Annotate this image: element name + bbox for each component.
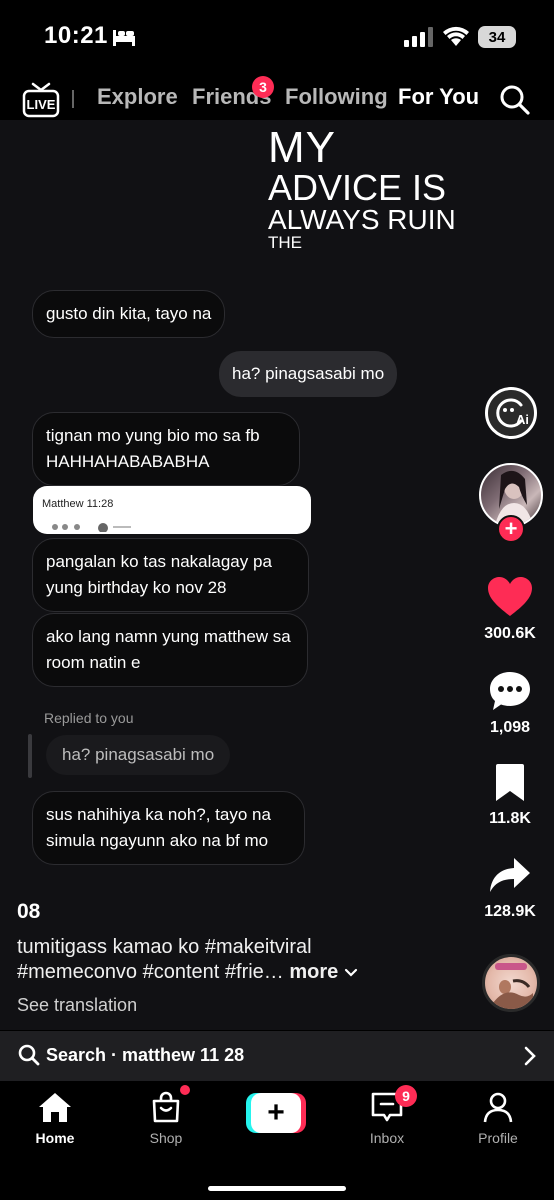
chat-message-received: gusto din kita, tayo na [32, 290, 226, 338]
nav-shop[interactable]: Shop [126, 1091, 206, 1146]
live-icon[interactable]: LIVE [22, 82, 60, 118]
nav-inbox-label: Inbox [369, 1130, 405, 1146]
nav-divider [72, 90, 74, 108]
share-button[interactable]: 128.9K [475, 856, 545, 921]
overlay-line-3: ALWAYS RUIN [268, 204, 456, 235]
comment-icon [490, 672, 530, 710]
caption-more-link[interactable]: more [289, 961, 338, 983]
bookmark-icon [496, 764, 524, 801]
bookmark-count: 11.8K [489, 810, 531, 827]
ai-label: Ai [516, 412, 528, 427]
inbox-badge: 9 [395, 1085, 417, 1107]
nav-shop-label: Shop [149, 1130, 183, 1146]
home-indicator[interactable] [208, 1186, 346, 1191]
video-text-overlay: MY ADVICE IS ALWAYS RUIN THE [268, 123, 456, 252]
search-icon[interactable] [499, 84, 531, 116]
follow-button[interactable]: + [497, 515, 525, 543]
like-count: 300.6K [484, 625, 536, 642]
reply-quote-bar [28, 734, 32, 778]
sound-disc[interactable] [482, 954, 540, 1012]
ai-button[interactable]: Ai [485, 387, 537, 439]
share-count: 128.9K [484, 903, 536, 920]
nav-profile-label: Profile [478, 1130, 518, 1146]
creator-name[interactable]: 08 [17, 900, 40, 924]
shopping-bag-icon [152, 1091, 180, 1123]
like-button[interactable]: 300.6K [475, 576, 545, 643]
live-label: LIVE [27, 97, 56, 112]
overlay-line-4: THE [268, 233, 302, 252]
plus-icon: + [251, 1093, 301, 1133]
screenshot-name: Matthew 11:28 [42, 498, 114, 510]
clock: 10:21 [44, 22, 108, 49]
search-icon [18, 1044, 40, 1066]
home-icon [39, 1093, 71, 1122]
tab-explore[interactable]: Explore [97, 84, 178, 110]
related-search-label: Search · matthew 11 28 [46, 1045, 245, 1065]
battery-level: 34 [488, 28, 506, 46]
see-translation-link[interactable]: See translation [17, 995, 137, 1016]
tab-for-you[interactable]: For You [398, 84, 479, 110]
friends-badge: 3 [252, 76, 274, 98]
nav-home-label: Home [35, 1130, 75, 1146]
chat-message-received: sus nahihiya ka noh?, tayo na simula nga… [32, 791, 305, 865]
share-icon [490, 858, 530, 892]
comment-button[interactable]: 1,098 [475, 670, 545, 737]
ai-face-icon: Ai [496, 398, 528, 428]
shop-notification-dot [180, 1085, 190, 1095]
nav-profile[interactable]: Profile [458, 1091, 538, 1146]
profile-icon [483, 1092, 513, 1123]
chat-message-received: pangalan ko tas nakalagay pa yung birthd… [32, 538, 309, 612]
related-search-bar[interactable]: Search · matthew 11 28 [0, 1031, 554, 1081]
chevron-down-icon [344, 968, 357, 977]
comment-count: 1,098 [489, 719, 531, 736]
video-caption[interactable]: tumitigass kamao ko #makeitviral #memeco… [17, 935, 437, 985]
sleep-mode-icon [113, 30, 135, 46]
battery-indicator: 34 [478, 26, 516, 48]
cellular-signal-icon [404, 27, 433, 47]
chat-message-sent: ha? pinagsasabi mo [219, 351, 398, 397]
overlay-line-2: ADVICE IS [268, 167, 447, 208]
bookmark-button[interactable]: 11.8K [475, 763, 545, 828]
caption-text: tumitigass kamao ko #makeitviral #memeco… [17, 936, 312, 983]
chat-message-received: tignan mo yung bio mo sa fb HAHHAHABABAB… [32, 412, 300, 486]
tab-following[interactable]: Following [285, 84, 388, 110]
heart-icon [488, 577, 532, 616]
status-bar: 10:21 34 [0, 0, 554, 72]
shared-screenshot-card: Matthew 11:28 [33, 486, 311, 534]
replied-to-you-label: Replied to you [44, 710, 134, 726]
overlay-line-1: MY [268, 123, 336, 172]
chevron-right-icon [524, 1046, 536, 1066]
reply-quote: ha? pinagsasabi mo [46, 735, 231, 775]
nav-home[interactable]: Home [15, 1091, 95, 1146]
wifi-icon [443, 26, 469, 46]
chat-message-received: ako lang namn yung matthew sa room natin… [32, 613, 308, 687]
create-button[interactable]: + [246, 1093, 306, 1133]
sound-cover-image [493, 963, 533, 1009]
screenshot-avatars-icon [52, 523, 131, 532]
